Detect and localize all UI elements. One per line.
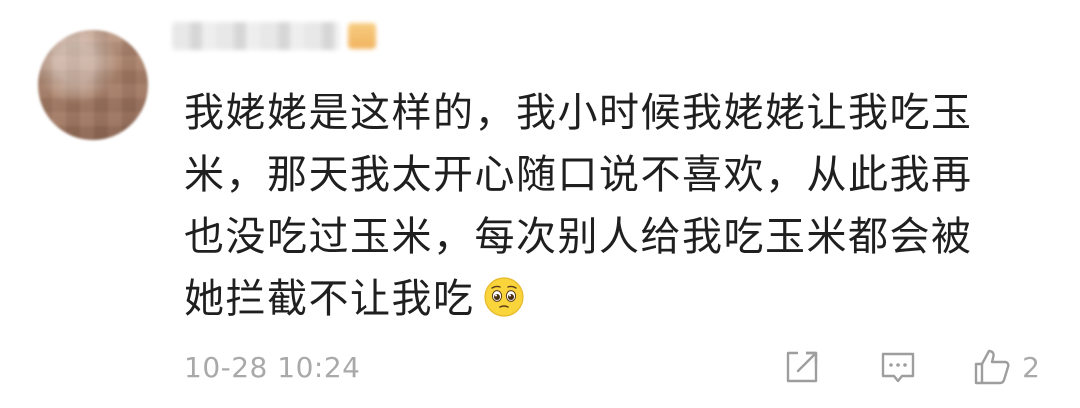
thumbs-up-icon[interactable] <box>972 347 1012 387</box>
comment-item: 我姥姥是这样的，我小时候我姥姥让我吃玉 米，那天我太开心随口说不喜欢，从此我再 也没… <box>0 0 1080 408</box>
username-row <box>172 18 376 54</box>
comment-text: 我姥姥是这样的，我小时候我姥姥让我吃玉 米，那天我太开心随口说不喜欢，从此我再 也没… <box>184 82 1034 330</box>
comment-line: 也没吃过玉米，每次别人给我吃玉米都会被 <box>184 214 973 260</box>
comment-line: 米，那天我太开心随口说不喜欢，从此我再 <box>184 152 973 198</box>
user-level-badge <box>348 23 376 49</box>
comment-footer: 10-28 10:24 2 <box>184 345 1044 389</box>
reply-icon[interactable] <box>878 347 918 387</box>
comment-actions: 2 <box>782 345 1044 389</box>
comment-line: 她拦截不让我吃 <box>184 276 475 322</box>
comment-line: 我姥姥是这样的，我小时候我姥姥让我吃玉 <box>184 90 973 136</box>
pleading-face-emoji <box>483 277 524 317</box>
share-icon[interactable] <box>782 347 822 387</box>
timestamp: 10-28 10:24 <box>184 351 361 384</box>
avatar[interactable] <box>38 30 148 140</box>
username[interactable] <box>172 22 340 50</box>
like-count: 2 <box>1022 350 1040 384</box>
